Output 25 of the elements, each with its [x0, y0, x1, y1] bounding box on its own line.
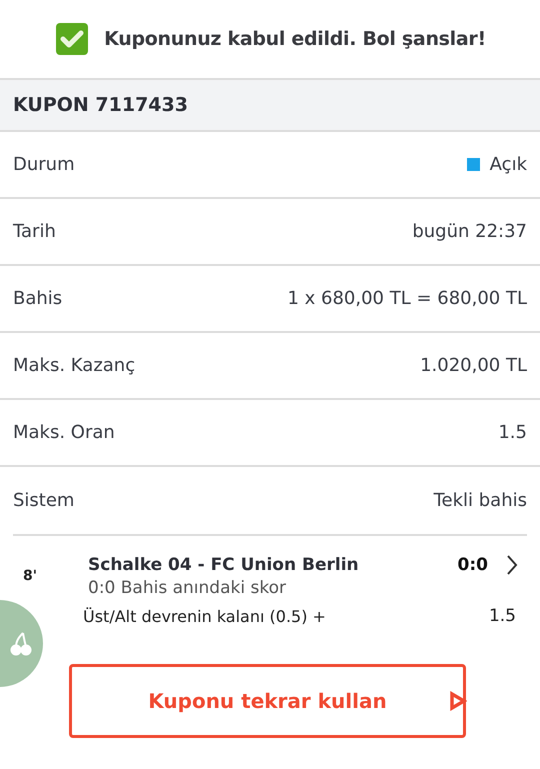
cherry-icon [9, 630, 33, 656]
detail-label: Tarih [13, 221, 56, 242]
chevron-right-icon[interactable] [506, 554, 518, 576]
score-note: 0:0 Bahis anındaki skor [88, 578, 287, 598]
detail-value: 1.020,00 TL [420, 355, 527, 376]
bet-market: Üst/Alt devrenin kalanı (0.5) + [82, 606, 327, 626]
detail-label: Bahis [13, 288, 62, 309]
detail-value: 1.5 [498, 422, 527, 443]
reuse-coupon-button[interactable]: Kuponu tekrar kullan [69, 664, 466, 738]
coupon-title: KUPON 7117433 [13, 94, 188, 116]
success-message: Kuponunuz kabul edildi. Bol şanslar! [104, 28, 486, 50]
detail-value: Açık [490, 154, 527, 175]
detail-label: Durum [13, 154, 75, 175]
play-icon [449, 691, 467, 711]
detail-value: bugün 22:37 [412, 221, 527, 242]
checkmark-icon [54, 21, 90, 57]
match-minute: 8' [22, 568, 38, 584]
match-score: 0:0 [458, 555, 488, 575]
bet-odds: 1.5 [488, 606, 517, 626]
detail-label: Maks. Oran [13, 422, 115, 443]
detail-value: Tekli bahis [434, 490, 527, 511]
detail-value: 1 x 680,00 TL = 680,00 TL [287, 288, 527, 309]
match-teams: Schalke 04 - FC Union Berlin [88, 555, 360, 575]
detail-label: Sistem [13, 490, 74, 511]
detail-label: Maks. Kazanç [13, 355, 136, 376]
